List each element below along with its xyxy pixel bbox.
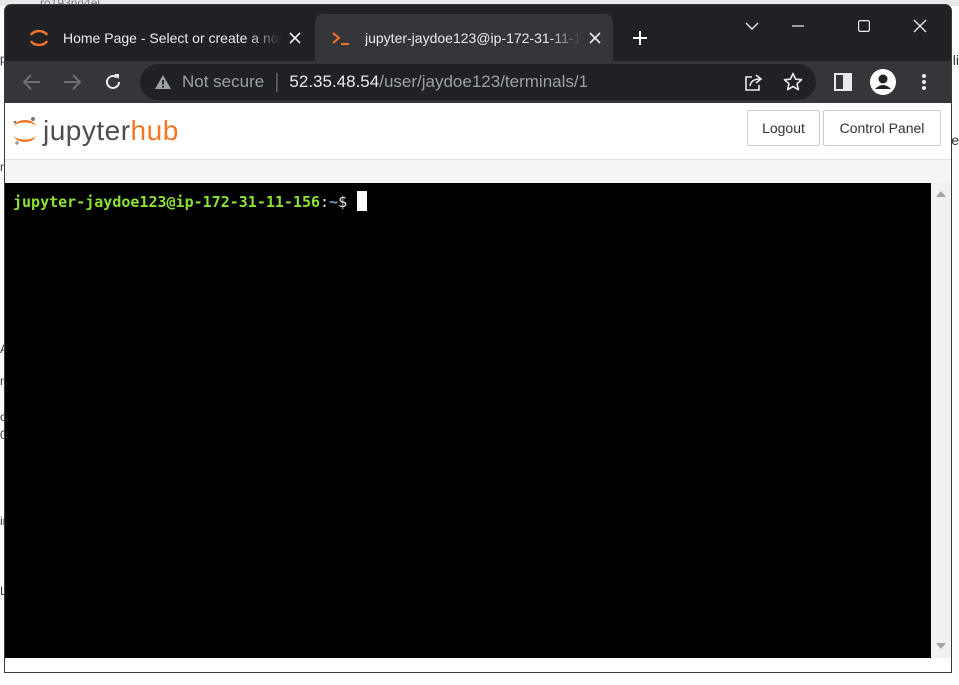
- star-icon: [783, 72, 803, 91]
- logo-text-hub: hub: [130, 115, 179, 146]
- security-label: Not secure: [182, 72, 265, 91]
- bookmark-button[interactable]: [777, 66, 809, 98]
- jupyterhub-logo[interactable]: jupyter hub: [11, 111, 179, 151]
- terminal-prompt-line: jupyter-jaydoe123@ip-172-31-11-156:~$: [13, 191, 368, 211]
- logout-button[interactable]: Logout: [747, 110, 820, 146]
- tab-title: Home Page - Select or create a notebook: [63, 29, 281, 46]
- plus-icon: [633, 31, 647, 45]
- share-icon: [745, 74, 763, 91]
- profile-button[interactable]: [867, 66, 899, 98]
- prompt-dollar: $: [338, 193, 348, 211]
- tab-search-button[interactable]: [729, 11, 775, 41]
- warning-icon[interactable]: [154, 73, 172, 91]
- maximize-icon: [858, 20, 870, 32]
- background-fragment: li: [952, 52, 959, 68]
- reload-icon: [106, 74, 120, 89]
- jupyterhub-header: jupyter hub Logout Control Panel: [5, 103, 951, 160]
- control-panel-button[interactable]: Control Panel: [823, 110, 941, 146]
- jupyter-icon: [29, 29, 49, 46]
- avatar-icon: [870, 69, 896, 95]
- address-bar[interactable]: Not secure | 52.35.48.54/user/jaydoe123/…: [140, 64, 816, 100]
- more-vertical-icon: [922, 74, 926, 90]
- tab-title: jupyter-jaydoe123@ip-172-31-11-156:~: [365, 29, 581, 46]
- terminal[interactable]: jupyter-jaydoe123@ip-172-31-11-156:~$: [5, 183, 931, 658]
- address-divider: |: [274, 70, 280, 93]
- side-panel-button[interactable]: [827, 66, 859, 98]
- scroll-up-arrow[interactable]: [936, 191, 946, 197]
- url-path: /user/jaydoe123/terminals/1: [379, 72, 589, 91]
- maximize-button[interactable]: [841, 11, 887, 41]
- back-button[interactable]: [16, 66, 48, 98]
- forward-button[interactable]: [56, 66, 88, 98]
- terminal-cursor: [357, 191, 368, 211]
- terminal-icon: [332, 31, 349, 45]
- close-window-button[interactable]: [897, 11, 943, 41]
- prompt-path: ~: [329, 193, 339, 211]
- jupyter-logo-icon: [13, 117, 36, 145]
- prompt-user-host: jupyter-jaydoe123@ip-172-31-11-156: [13, 193, 321, 211]
- close-icon[interactable]: [581, 24, 609, 52]
- tab-terminal[interactable]: jupyter-jaydoe123@ip-172-31-11-156:~: [315, 14, 613, 61]
- header-spacer: [5, 160, 951, 183]
- background-fragment: e: [951, 132, 959, 148]
- share-button[interactable]: [738, 66, 770, 98]
- page-content: jupyter hub Logout Control Panel jupyter-…: [5, 103, 951, 672]
- tab-home-page[interactable]: Home Page - Select or create a notebook: [13, 14, 313, 61]
- logo-text-jupyter: jupyter: [43, 115, 131, 146]
- url-host: 52.35.48.54: [289, 72, 380, 91]
- close-icon[interactable]: [281, 24, 309, 52]
- chevron-down-icon: [745, 22, 759, 30]
- arrow-left-icon: [23, 74, 40, 90]
- browser-toolbar: Not secure | 52.35.48.54/user/jaydoe123/…: [5, 61, 951, 103]
- page-footer-space: [5, 658, 951, 672]
- arrow-right-icon: [64, 74, 81, 90]
- new-tab-button[interactable]: [625, 23, 655, 53]
- minimize-button[interactable]: [775, 11, 821, 41]
- reload-button[interactable]: [97, 66, 129, 98]
- browser-window: Home Page - Select or create a notebook …: [5, 5, 951, 672]
- minimize-icon: [792, 25, 804, 27]
- menu-button[interactable]: [908, 66, 940, 98]
- close-icon: [913, 19, 927, 33]
- prompt-separator: :: [320, 193, 330, 211]
- terminal-scrollbar[interactable]: [931, 183, 951, 658]
- tab-strip: Home Page - Select or create a notebook …: [5, 5, 951, 61]
- side-panel-icon: [834, 73, 852, 91]
- scroll-down-arrow[interactable]: [936, 643, 946, 649]
